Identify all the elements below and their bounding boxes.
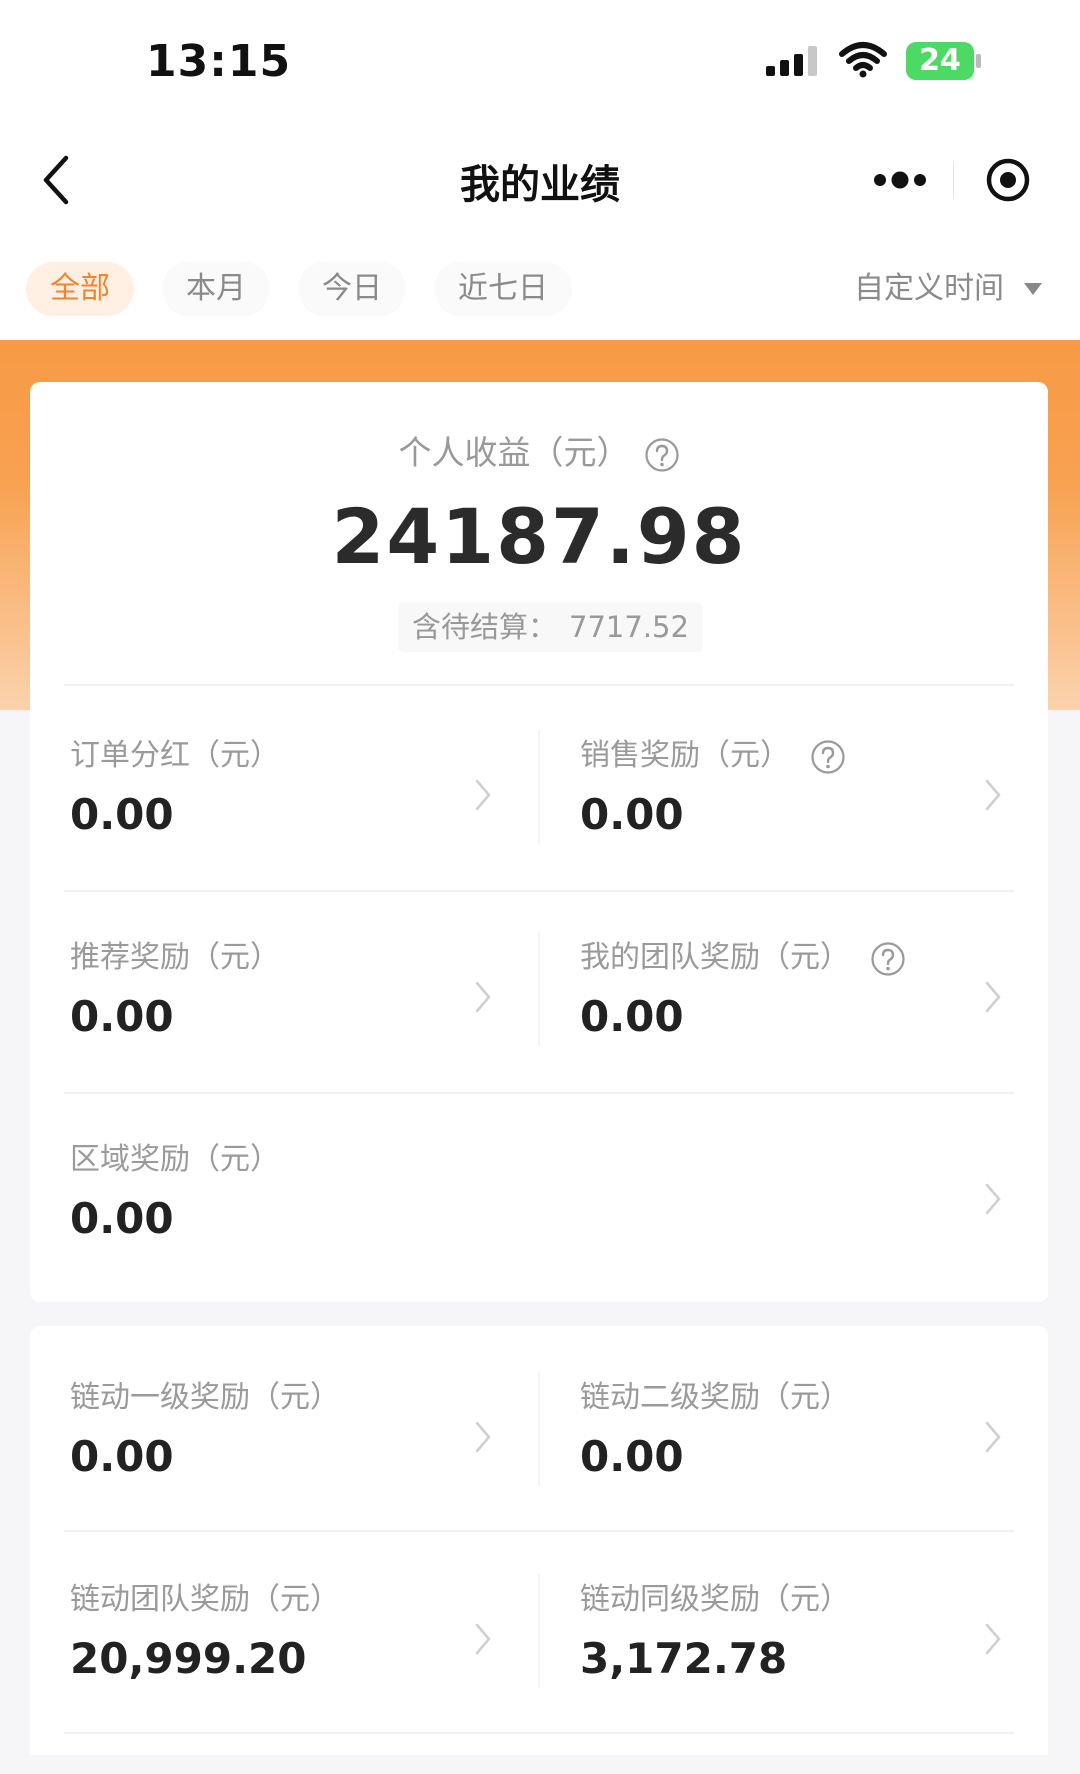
chevron-right-icon[interactable]: [474, 778, 492, 812]
battery-level: 24: [919, 43, 961, 78]
reward-referral[interactable]: 推荐奖励（元） 0.00: [70, 932, 550, 1132]
battery-tip: [976, 54, 981, 68]
tab-today[interactable]: 今日: [298, 262, 406, 316]
divider: [64, 1732, 1014, 1734]
close-target-icon[interactable]: [984, 156, 1032, 204]
divider: [64, 1092, 1014, 1094]
reward-linked-peer[interactable]: 链动同级奖励（元） 3,172.78: [580, 1574, 1060, 1774]
reward-linked-team[interactable]: 链动团队奖励（元） 20,999.20: [70, 1574, 550, 1774]
reward-my-team[interactable]: 我的团队奖励（元） 0.00: [580, 932, 1060, 1132]
linked-rewards-card: 链动一级奖励（元） 0.00 链动二级奖励（元） 0.00 链动团队奖励（元） …: [30, 1326, 1048, 1755]
wifi-icon: [839, 42, 887, 78]
personal-earnings-label: 个人收益（元）: [398, 433, 630, 472]
reward-label: 链动团队奖励（元）: [70, 1582, 340, 1617]
reward-label: 链动二级奖励（元）: [580, 1380, 850, 1415]
cellular-signal-icon: [766, 46, 817, 76]
reward-label: 推荐奖励（元）: [70, 940, 280, 975]
reward-label-row: 我的团队奖励（元）: [580, 932, 906, 977]
reward-value: 3,172.78: [580, 1634, 788, 1683]
chevron-right-icon[interactable]: [984, 1182, 1002, 1216]
help-icon[interactable]: [870, 941, 906, 977]
tab-this-month[interactable]: 本月: [162, 262, 270, 316]
reward-label: 销售奖励（元）: [580, 738, 790, 773]
reward-label: 区域奖励（元）: [70, 1142, 280, 1177]
reward-order-dividend[interactable]: 订单分红（元） 0.00: [70, 730, 550, 930]
reward-regional[interactable]: 区域奖励（元） 0.00: [70, 1134, 970, 1334]
custom-time-filter[interactable]: 自定义时间: [854, 262, 1004, 316]
reward-value: 0.00: [580, 992, 684, 1041]
tab-all[interactable]: 全部: [26, 262, 134, 316]
reward-label-row: 销售奖励（元）: [580, 730, 846, 775]
help-icon[interactable]: [810, 739, 846, 775]
reward-label: 我的团队奖励（元）: [580, 940, 850, 975]
chevron-right-icon[interactable]: [474, 980, 492, 1014]
summary-label-row: 个人收益（元）: [30, 426, 1048, 474]
chevron-right-icon[interactable]: [984, 778, 1002, 812]
divider: [64, 890, 1014, 892]
reward-value: 0.00: [70, 790, 174, 839]
reward-value: 0.00: [580, 1432, 684, 1481]
divider: [64, 684, 1014, 686]
column-divider: [538, 730, 540, 844]
reward-linked-level-two[interactable]: 链动二级奖励（元） 0.00: [580, 1372, 1060, 1572]
chevron-right-icon[interactable]: [474, 1420, 492, 1454]
mini-program-capsule: [852, 146, 1052, 214]
pending-label: 含待结算：: [412, 610, 558, 644]
reward-label: 链动同级奖励（元）: [580, 1582, 850, 1617]
column-divider: [538, 932, 540, 1046]
chevron-right-icon[interactable]: [984, 980, 1002, 1014]
reward-value: 0.00: [580, 790, 684, 839]
caret-down-icon[interactable]: [1022, 281, 1044, 297]
header-area: 13:15 24 我的业绩 全部 本月 今日 近七日 自定义时间: [0, 0, 1080, 340]
help-icon[interactable]: [644, 437, 680, 473]
reward-label: 订单分红（元）: [70, 738, 280, 773]
column-divider: [538, 1372, 540, 1486]
reward-value: 0.00: [70, 1194, 174, 1243]
reward-sales[interactable]: 销售奖励（元） 0.00: [580, 730, 1060, 930]
page-title: 我的业绩: [460, 162, 620, 208]
reward-linked-level-one[interactable]: 链动一级奖励（元） 0.00: [70, 1372, 550, 1572]
pending-value: 7717.52: [569, 610, 689, 644]
chevron-right-icon[interactable]: [984, 1420, 1002, 1454]
back-arrow-icon[interactable]: [36, 152, 76, 208]
pending-settlement: 含待结算： 7717.52: [398, 602, 703, 652]
column-divider: [538, 1574, 540, 1688]
earnings-card: 个人收益（元） 24187.98 含待结算： 7717.52 订单分红（元） 0.…: [30, 382, 1048, 1302]
reward-value: 0.00: [70, 1432, 174, 1481]
reward-value: 20,999.20: [70, 1634, 307, 1683]
reward-value: 0.00: [70, 992, 174, 1041]
status-time: 13:15: [146, 36, 292, 87]
chevron-right-icon[interactable]: [474, 1622, 492, 1656]
more-icon[interactable]: [852, 146, 952, 214]
capsule-divider: [953, 162, 954, 198]
divider: [64, 1530, 1014, 1532]
personal-earnings-value: 24187.98: [331, 492, 747, 581]
tab-last-seven-days[interactable]: 近七日: [434, 262, 572, 316]
battery-indicator: 24: [906, 42, 982, 80]
chevron-right-icon[interactable]: [984, 1622, 1002, 1656]
reward-label: 链动一级奖励（元）: [70, 1380, 340, 1415]
